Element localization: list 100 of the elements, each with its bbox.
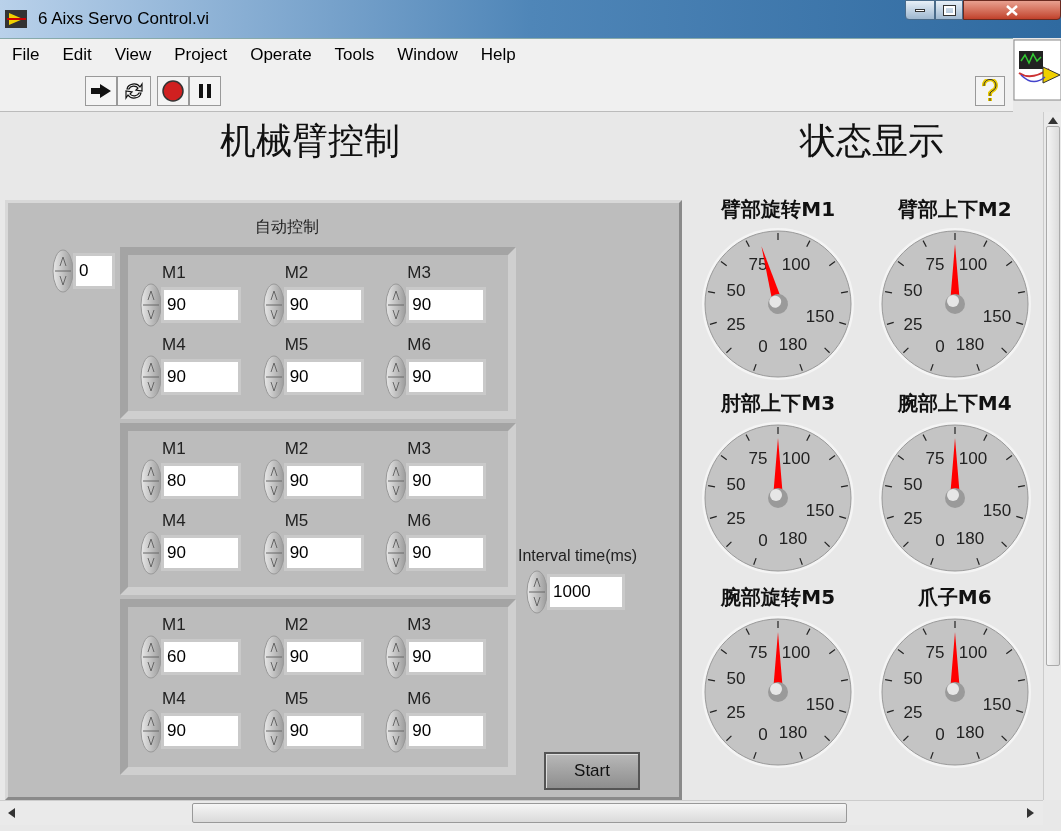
scale-label: 50: [903, 669, 923, 688]
field-label: M1: [162, 439, 186, 459]
abort-button[interactable]: [157, 75, 189, 106]
spinner-arrows-icon[interactable]: [385, 459, 408, 503]
field-label: M3: [407, 439, 431, 459]
help-button[interactable]: [975, 75, 1005, 106]
spinner-arrows-icon[interactable]: [385, 355, 408, 399]
spinner-arrows-icon[interactable]: [262, 355, 285, 399]
scale-label: 50: [726, 669, 746, 688]
field-label: M1: [162, 615, 186, 635]
spinner-arrows-icon[interactable]: [385, 709, 408, 753]
number-field[interactable]: 1000: [550, 577, 622, 607]
scale-label: 150: [806, 695, 835, 714]
spinner-arrows-icon[interactable]: [140, 709, 162, 753]
number-field[interactable]: 90: [409, 716, 484, 746]
spinner-arrows-icon[interactable]: [140, 459, 162, 503]
scale-label: 0: [935, 725, 945, 744]
number-field[interactable]: 90: [286, 466, 361, 496]
spinner-arrows-icon[interactable]: [385, 635, 408, 679]
scale-label: 50: [903, 475, 923, 494]
spinner-arrows-icon[interactable]: [262, 283, 285, 327]
spinner-arrows-icon[interactable]: [526, 570, 548, 614]
pause-button[interactable]: [189, 75, 221, 106]
number-field[interactable]: 90: [409, 538, 484, 568]
spinner-arrows-icon[interactable]: [140, 283, 162, 327]
spinner-arrows-icon[interactable]: [262, 459, 285, 503]
menu-item[interactable]: Tools: [328, 41, 381, 68]
spinner-arrows-icon[interactable]: [385, 531, 408, 575]
field-label: M3: [407, 615, 431, 635]
scale-label: 25: [903, 703, 923, 722]
gauge-title: 腕部旋转M5: [721, 584, 836, 611]
menu-item[interactable]: Help: [474, 41, 522, 68]
field-label: M5: [284, 689, 309, 709]
left-arrow-icon: [8, 808, 16, 818]
number-field[interactable]: 90: [286, 290, 361, 320]
spinner-arrows-icon[interactable]: [262, 709, 285, 753]
close-button[interactable]: [963, 0, 1061, 20]
spinner-arrows-icon[interactable]: [262, 635, 285, 679]
field-label: M6: [407, 511, 431, 531]
panel-heading: 状态显示: [799, 119, 944, 163]
spinner-arrows-icon[interactable]: [385, 283, 408, 327]
number-field[interactable]: 90: [409, 466, 484, 496]
spinner-arrows-icon[interactable]: [262, 531, 285, 575]
up-arrow-icon: [1047, 117, 1058, 124]
menu-item[interactable]: View: [108, 41, 158, 68]
spinner-arrows-icon[interactable]: [140, 531, 162, 575]
scale-label: 75: [748, 449, 768, 468]
scale-label: 100: [958, 255, 987, 274]
spinner-arrows-icon[interactable]: [52, 249, 74, 293]
number-field[interactable]: 90: [409, 362, 484, 392]
menu-item[interactable]: Project: [168, 41, 234, 68]
number-field[interactable]: 60: [164, 642, 238, 672]
scale-label: 75: [925, 643, 945, 662]
scale-label: 100: [782, 449, 811, 468]
scale-label: 75: [748, 643, 768, 662]
spinner-arrows-icon[interactable]: [140, 635, 162, 679]
number-field[interactable]: 80: [164, 466, 238, 496]
field-label: M2: [284, 615, 309, 635]
scale-label: 100: [958, 449, 987, 468]
scale-label: 75: [925, 449, 945, 468]
scale-label: 150: [806, 307, 835, 326]
start-button[interactable]: Start: [544, 752, 640, 790]
field-label: M6: [407, 335, 431, 355]
number-field[interactable]: 90: [164, 538, 238, 568]
minimize-button[interactable]: [905, 0, 935, 20]
menu-item[interactable]: Window: [391, 41, 464, 68]
field-label: M4: [162, 689, 186, 709]
menu-item[interactable]: Operate: [244, 41, 318, 68]
run-continuously-button[interactable]: [117, 75, 151, 106]
panel-heading: 机械臂控制: [220, 119, 400, 163]
scale-label: 180: [779, 723, 808, 742]
spinner-arrows-icon[interactable]: [140, 355, 162, 399]
number-field[interactable]: 90: [286, 642, 361, 672]
run-button[interactable]: [85, 75, 117, 106]
scale-label: 0: [935, 337, 945, 356]
number-field[interactable]: 90: [164, 362, 238, 392]
question-icon: [981, 78, 999, 103]
arrow-icon: [90, 82, 112, 99]
number-field[interactable]: 90: [409, 290, 484, 320]
gauge-title: 腕部上下M4: [897, 390, 1012, 417]
menu-item[interactable]: File: [6, 41, 46, 68]
field-label: M4: [162, 335, 186, 355]
gauge-title: 臂部上下M2: [897, 196, 1012, 223]
scale-label: 25: [903, 509, 923, 528]
scale-label: 25: [726, 315, 746, 334]
menu-item[interactable]: Edit: [56, 41, 98, 68]
maximize-button[interactable]: [935, 0, 963, 20]
number-field[interactable]: 90: [164, 716, 238, 746]
number-field[interactable]: 90: [286, 362, 361, 392]
scale-label: 50: [726, 281, 746, 300]
number-field[interactable]: 0: [76, 256, 112, 286]
scale-label: 75: [925, 255, 945, 274]
field-label: M1: [162, 263, 186, 283]
number-field[interactable]: 90: [409, 642, 484, 672]
number-field[interactable]: 90: [286, 716, 361, 746]
scale-label: 150: [982, 501, 1011, 520]
gauge-title: 臂部旋转M1: [721, 196, 836, 223]
number-field[interactable]: 90: [164, 290, 238, 320]
number-field[interactable]: 90: [286, 538, 361, 568]
scale-label: 150: [982, 695, 1011, 714]
